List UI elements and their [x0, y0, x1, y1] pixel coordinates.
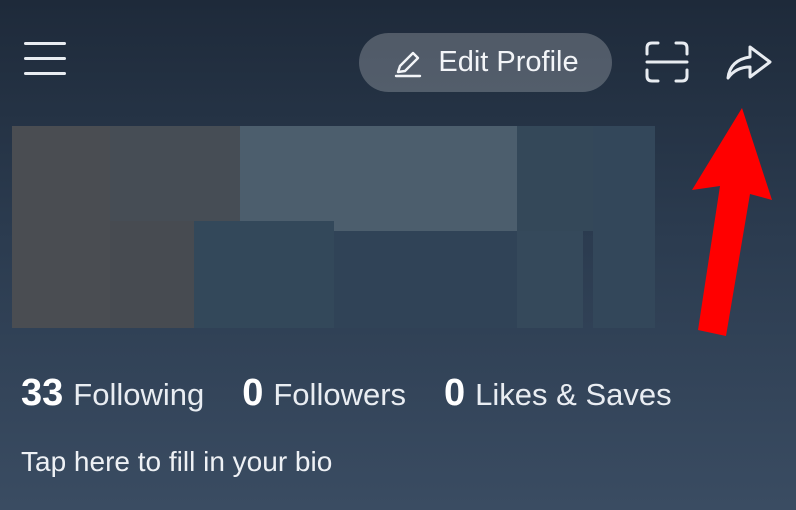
scan-icon [645, 41, 689, 83]
profile-stats: 33 Following 0 Followers 0 Likes & Saves [21, 372, 710, 415]
menu-button[interactable] [24, 40, 68, 78]
scan-button[interactable] [644, 40, 690, 84]
red-arrow-annotation [692, 108, 772, 336]
share-arrow-icon [726, 45, 772, 80]
likes-saves-count: 0 [444, 372, 466, 414]
followers-count: 0 [242, 372, 264, 414]
bio-prompt[interactable]: Tap here to fill in your bio [21, 446, 332, 478]
share-button[interactable] [724, 40, 774, 84]
likes-saves-label: Likes & Saves [475, 377, 672, 412]
followers-stat[interactable]: 0 Followers [242, 372, 406, 415]
followers-label: Followers [273, 377, 407, 412]
following-label: Following [73, 377, 205, 412]
edit-profile-button[interactable]: Edit Profile [359, 33, 612, 92]
following-stat[interactable]: 33 Following [21, 372, 204, 415]
edit-profile-label: Edit Profile [438, 46, 579, 78]
following-count: 33 [21, 372, 64, 414]
likes-saves-stat[interactable]: 0 Likes & Saves [444, 372, 672, 415]
pencil-icon [395, 51, 422, 77]
hamburger-menu-icon [24, 42, 66, 45]
